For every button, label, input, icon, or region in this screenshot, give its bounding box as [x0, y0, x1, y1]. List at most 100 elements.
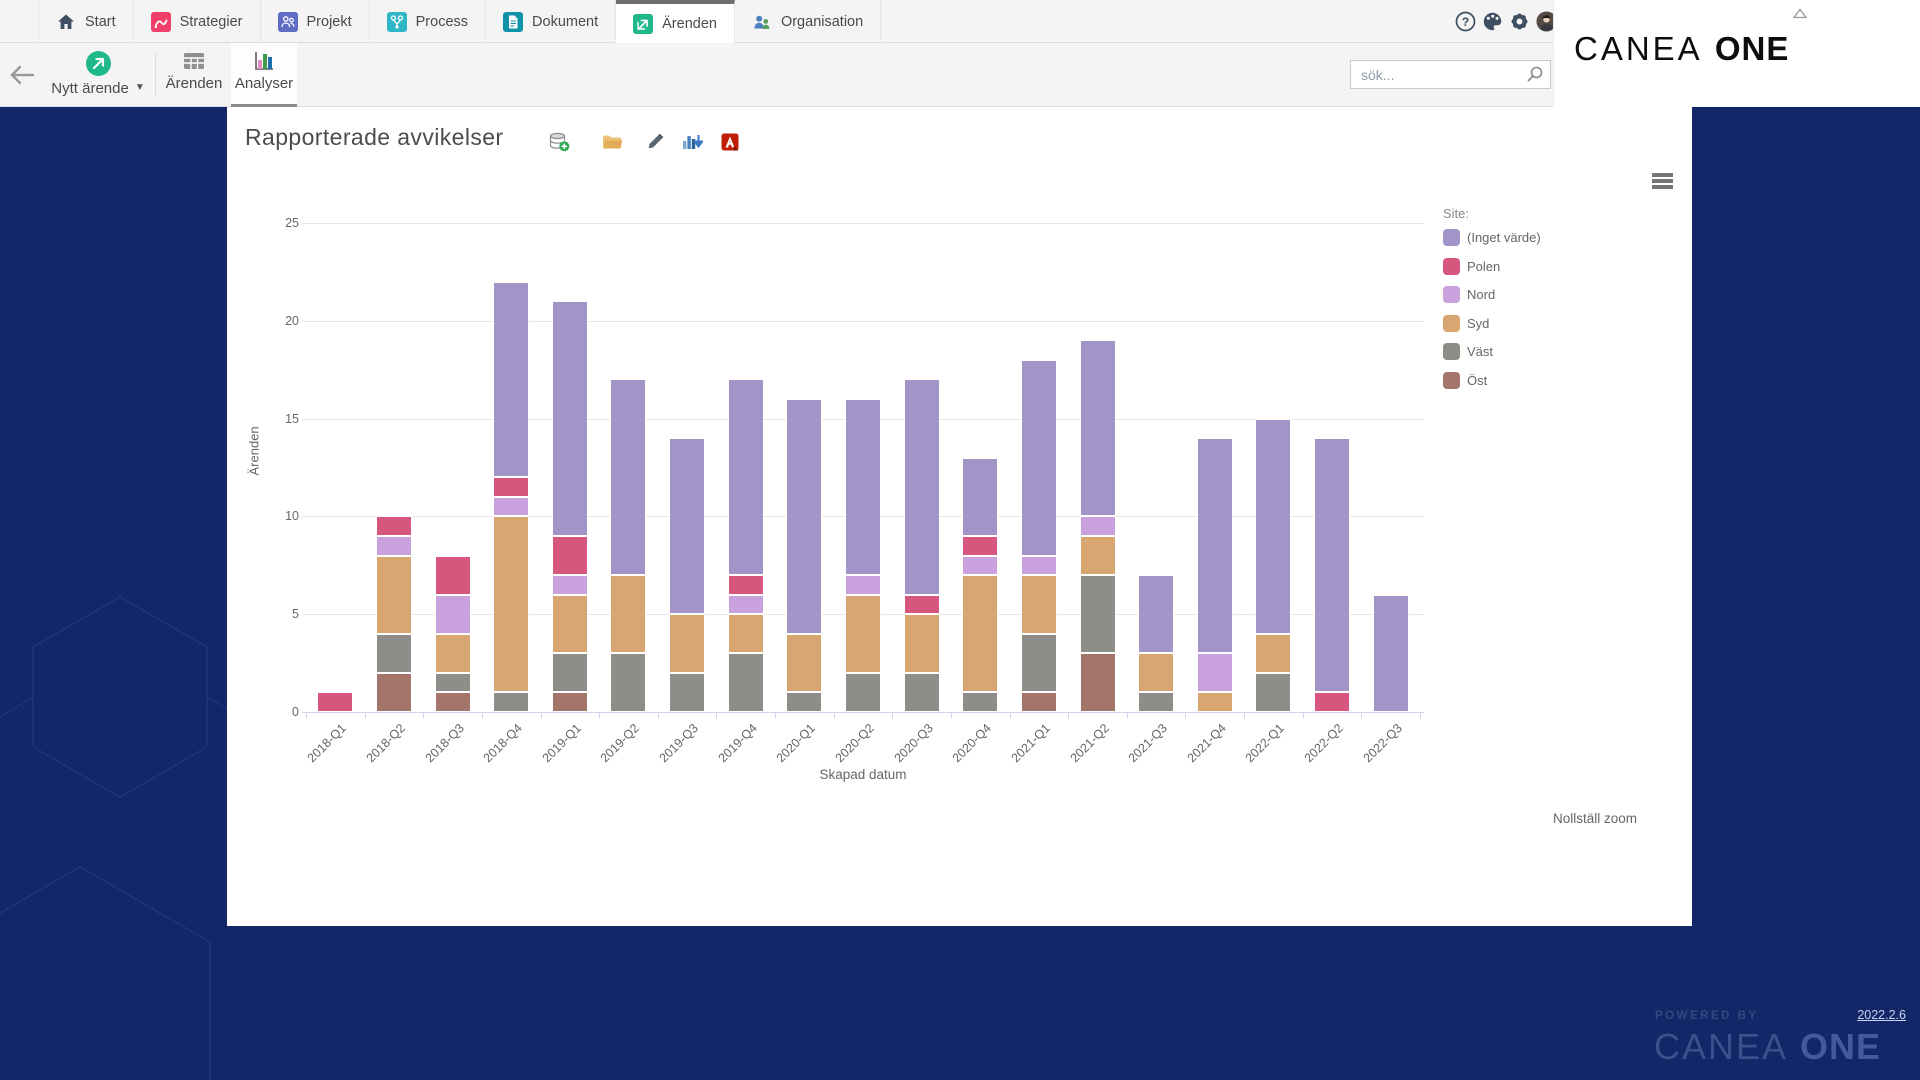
bar-segment-2019-Q1-Polen[interactable]	[552, 536, 588, 575]
bar-segment-2020-Q3-Polen[interactable]	[904, 595, 940, 614]
bar-segment-2019-Q4-Nord[interactable]	[728, 595, 764, 614]
legend-item-Nord[interactable]: Nord	[1443, 286, 1541, 303]
tab-process[interactable]: Process	[370, 0, 486, 43]
bar-segment-2020-Q1-Väst[interactable]	[786, 692, 822, 712]
bar-segment-2018-Q2-Nord[interactable]	[376, 536, 412, 556]
bar-segment-2022-Q1-Ingetvärde[interactable]	[1255, 419, 1291, 634]
bar-segment-2021-Q1-Väst[interactable]	[1021, 634, 1057, 692]
bar-segment-2021-Q1-Ingetvärde[interactable]	[1021, 360, 1057, 556]
bar-segment-2021-Q1-Nord[interactable]	[1021, 556, 1057, 575]
bar-segment-2022-Q3-Ingetvärde[interactable]	[1373, 595, 1409, 712]
bar-segment-2019-Q2-Väst[interactable]	[610, 653, 646, 712]
cases-list-button[interactable]: Ärenden	[163, 43, 225, 106]
legend-item-Syd[interactable]: Syd	[1443, 315, 1541, 332]
bar-segment-2018-Q2-Polen[interactable]	[376, 516, 412, 536]
bar-segment-2021-Q2-Öst[interactable]	[1080, 653, 1116, 712]
bar-segment-2019-Q4-Ingetvärde[interactable]	[728, 379, 764, 575]
legend-item-Väst[interactable]: Väst	[1443, 343, 1541, 360]
bar-segment-2019-Q1-Öst[interactable]	[552, 692, 588, 712]
bar-segment-2020-Q1-Ingetvärde[interactable]	[786, 399, 822, 634]
bar-segment-2021-Q4-Ingetvärde[interactable]	[1197, 438, 1233, 653]
bar-segment-2021-Q4-Syd[interactable]	[1197, 692, 1233, 712]
bar-segment-2021-Q3-Ingetvärde[interactable]	[1138, 575, 1174, 653]
bar-segment-2018-Q1-Polen[interactable]	[317, 692, 353, 712]
bar-segment-2020-Q3-Syd[interactable]	[904, 614, 940, 673]
tab-projekt[interactable]: Projekt	[261, 0, 370, 43]
bar-segment-2020-Q2-Syd[interactable]	[845, 595, 881, 673]
bar-segment-2021-Q3-Väst[interactable]	[1138, 692, 1174, 712]
legend-item-Ingetvärde[interactable]: (Inget värde)	[1443, 229, 1541, 246]
bar-segment-2021-Q2-Nord[interactable]	[1080, 516, 1116, 536]
bar-segment-2021-Q2-Ingetvärde[interactable]	[1080, 340, 1116, 516]
bar-segment-2022-Q1-Väst[interactable]	[1255, 673, 1291, 712]
bar-segment-2018-Q2-Väst[interactable]	[376, 634, 412, 673]
legend-item-Öst[interactable]: Öst	[1443, 372, 1541, 389]
version-link[interactable]: 2022.2.6	[1857, 1008, 1906, 1022]
bar-segment-2018-Q3-Nord[interactable]	[435, 595, 471, 634]
legend-item-Polen[interactable]: Polen	[1443, 258, 1541, 275]
x-tick-label: 2022-Q3	[1360, 721, 1404, 765]
bar-segment-2019-Q4-Polen[interactable]	[728, 575, 764, 595]
bar-segment-2019-Q2-Syd[interactable]	[610, 575, 646, 653]
bar-segment-2018-Q4-Nord[interactable]	[493, 497, 529, 516]
bar-segment-2021-Q2-Väst[interactable]	[1080, 575, 1116, 653]
bar-segment-2019-Q1-Nord[interactable]	[552, 575, 588, 595]
bar-segment-2020-Q2-Väst[interactable]	[845, 673, 881, 712]
bar-segment-2021-Q1-Syd[interactable]	[1021, 575, 1057, 634]
bar-segment-2019-Q4-Väst[interactable]	[728, 653, 764, 712]
bar-segment-2021-Q1-Öst[interactable]	[1021, 692, 1057, 712]
bar-segment-2020-Q4-Polen[interactable]	[962, 536, 998, 556]
help-button[interactable]: ?	[1455, 11, 1476, 37]
bar-segment-2019-Q1-Syd[interactable]	[552, 595, 588, 653]
bar-segment-2018-Q4-Ingetvärde[interactable]	[493, 282, 529, 477]
bar-segment-2019-Q3-Väst[interactable]	[669, 673, 705, 712]
theme-button[interactable]	[1482, 11, 1503, 37]
bar-segment-2020-Q4-Ingetvärde[interactable]	[962, 458, 998, 536]
search-icon[interactable]	[1526, 65, 1545, 84]
analyses-button-active[interactable]: Analyser	[231, 43, 297, 107]
tab-organisation[interactable]: Organisation	[735, 0, 881, 43]
bar-segment-2019-Q3-Syd[interactable]	[669, 614, 705, 673]
bar-segment-2021-Q3-Syd[interactable]	[1138, 653, 1174, 692]
back-button[interactable]	[6, 59, 38, 91]
bar-segment-2019-Q4-Syd[interactable]	[728, 614, 764, 653]
bar-segment-2020-Q2-Ingetvärde[interactable]	[845, 399, 881, 575]
bar-segment-2021-Q4-Nord[interactable]	[1197, 653, 1233, 692]
bar-segment-2020-Q4-Nord[interactable]	[962, 556, 998, 575]
bar-segment-2018-Q4-Polen[interactable]	[493, 477, 529, 497]
bar-segment-2019-Q1-Ingetvärde[interactable]	[552, 301, 588, 536]
bar-segment-2021-Q2-Syd[interactable]	[1080, 536, 1116, 575]
bar-segment-2018-Q3-Väst[interactable]	[435, 673, 471, 692]
x-axis-title: Skapad datum	[783, 767, 943, 782]
bar-segment-2020-Q4-Syd[interactable]	[962, 575, 998, 692]
bar-segment-2018-Q2-Syd[interactable]	[376, 556, 412, 634]
tab-dokument[interactable]: Dokument	[486, 0, 616, 43]
bar-segment-2020-Q3-Ingetvärde[interactable]	[904, 379, 940, 595]
search-input[interactable]	[1351, 61, 1550, 88]
bar-segment-2018-Q2-Öst[interactable]	[376, 673, 412, 712]
bar-segment-2019-Q2-Ingetvärde[interactable]	[610, 379, 646, 575]
bar-segment-2022-Q1-Syd[interactable]	[1255, 634, 1291, 673]
tab-arenden[interactable]: Ärenden	[616, 0, 735, 44]
bar-segment-2019-Q1-Väst[interactable]	[552, 653, 588, 692]
legend-label: (Inget värde)	[1467, 230, 1541, 245]
bar-segment-2020-Q3-Väst[interactable]	[904, 673, 940, 712]
dropdown-caret-icon[interactable]: ▼	[135, 82, 145, 93]
new-case-button[interactable]: Nytt ärende ▼	[42, 43, 154, 106]
bar-segment-2018-Q3-Öst[interactable]	[435, 692, 471, 712]
bar-segment-2020-Q2-Nord[interactable]	[845, 575, 881, 595]
chevron-up-icon[interactable]	[1792, 8, 1808, 19]
bar-segment-2018-Q3-Syd[interactable]	[435, 634, 471, 673]
tab-start[interactable]: Start	[38, 0, 134, 43]
bar-segment-2018-Q3-Polen[interactable]	[435, 556, 471, 595]
bar-segment-2018-Q4-Syd[interactable]	[493, 516, 529, 692]
bar-segment-2018-Q4-Väst[interactable]	[493, 692, 529, 712]
tab-strategier[interactable]: Strategier	[134, 0, 261, 43]
bar-segment-2019-Q3-Ingetvärde[interactable]	[669, 438, 705, 614]
settings-button[interactable]	[1509, 11, 1530, 37]
reset-zoom-button[interactable]: Nollställ zoom	[1537, 811, 1637, 826]
bar-segment-2022-Q2-Ingetvärde[interactable]	[1314, 438, 1350, 692]
bar-segment-2022-Q2-Polen[interactable]	[1314, 692, 1350, 712]
bar-segment-2020-Q1-Syd[interactable]	[786, 634, 822, 692]
bar-segment-2020-Q4-Väst[interactable]	[962, 692, 998, 712]
